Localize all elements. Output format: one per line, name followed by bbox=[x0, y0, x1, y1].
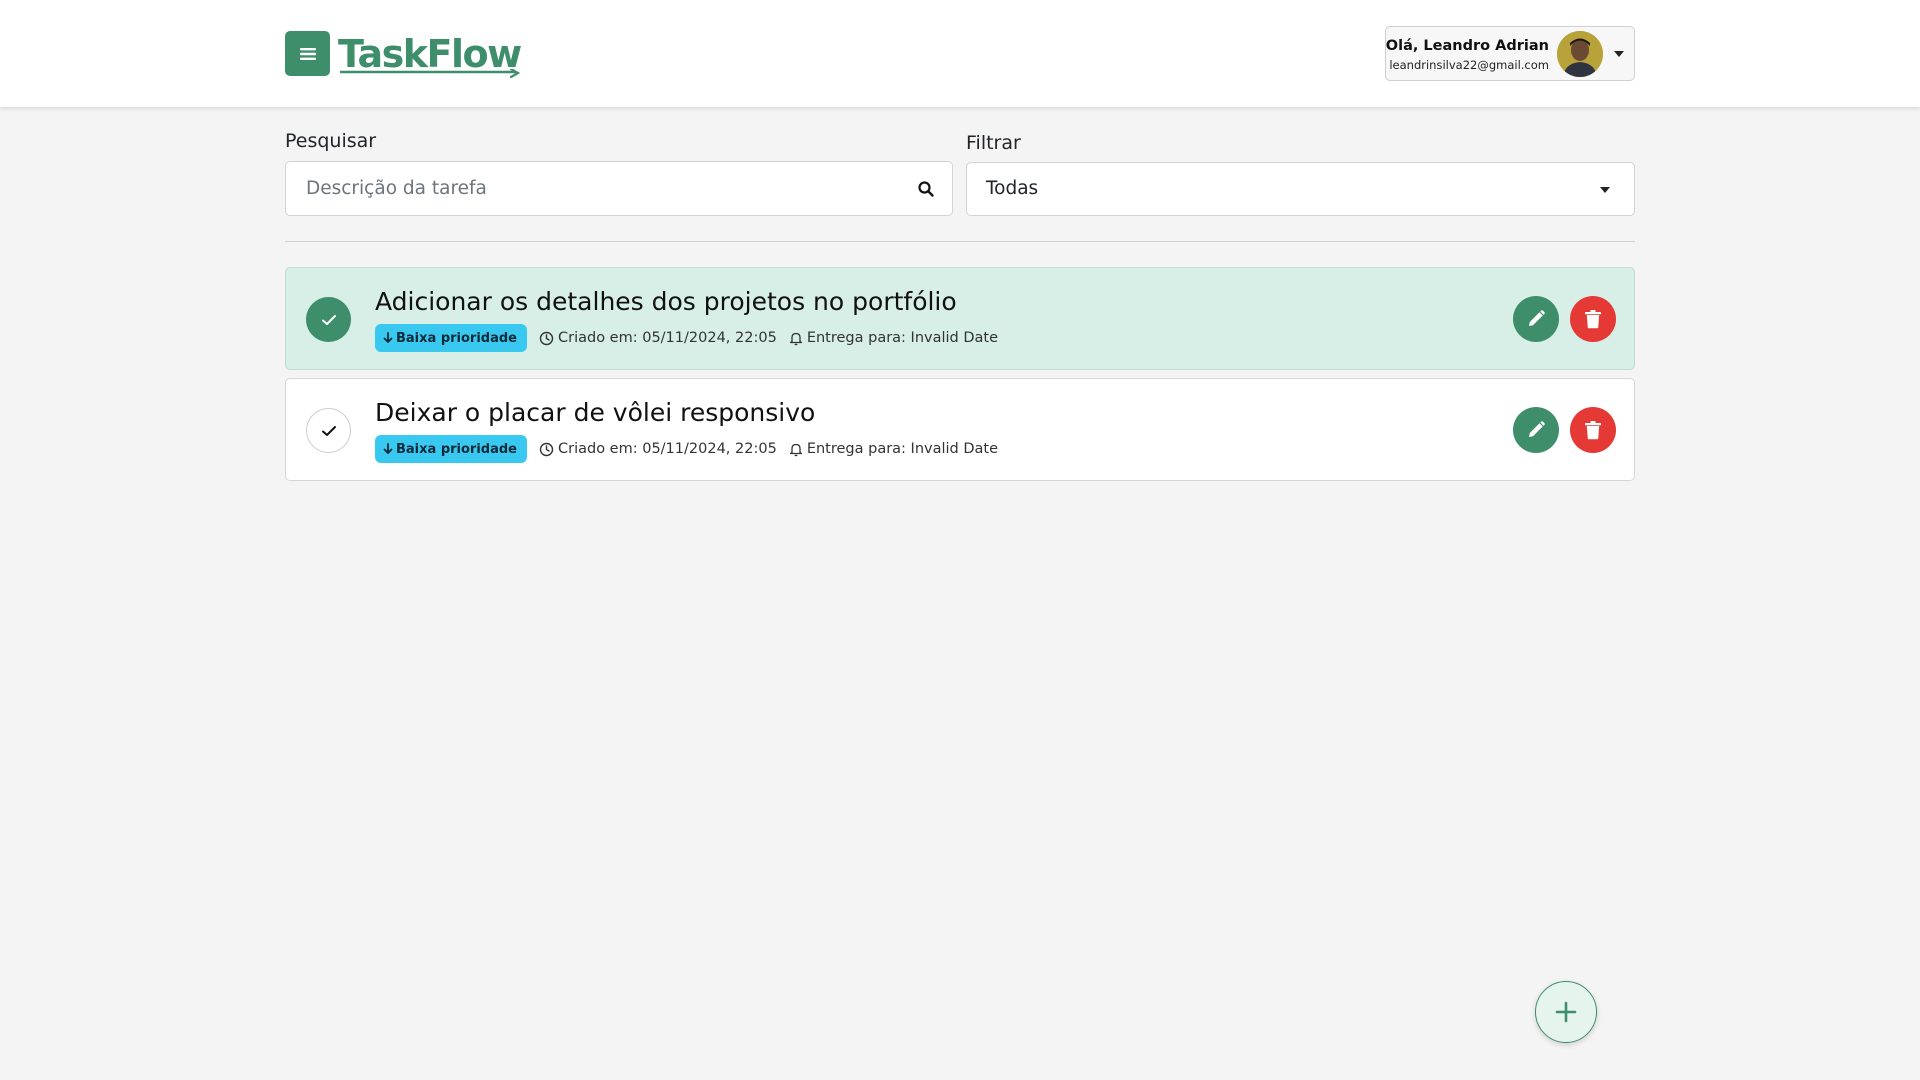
trash-icon bbox=[1585, 421, 1601, 440]
priority-badge: Baixa prioridade bbox=[375, 324, 527, 352]
search-label: Pesquisar bbox=[285, 130, 377, 152]
arrow-down-icon bbox=[383, 332, 393, 343]
edit-task-button[interactable] bbox=[1513, 296, 1559, 342]
bell-icon bbox=[789, 443, 802, 456]
user-greeting: Olá, Leandro Adrian bbox=[1385, 38, 1549, 54]
priority-label: Baixa prioridade bbox=[396, 330, 517, 346]
task-title: Adicionar os detalhes dos projetos no po… bbox=[375, 287, 957, 316]
created-date-text: Criado em: 05/11/2024, 22:05 bbox=[558, 441, 777, 457]
task-meta: Baixa prioridade Criado em: 05/11/2024, … bbox=[375, 324, 998, 352]
search-icon[interactable] bbox=[917, 180, 935, 198]
task-title: Deixar o placar de vôlei responsivo bbox=[375, 398, 816, 427]
created-date: Criado em: 05/11/2024, 22:05 bbox=[539, 441, 777, 457]
avatar bbox=[1557, 31, 1603, 77]
user-menu[interactable]: Olá, Leandro Adrian leandrinsilva22@gmai… bbox=[1385, 26, 1635, 81]
search-input[interactable] bbox=[287, 163, 887, 214]
delete-task-button[interactable] bbox=[1570, 296, 1616, 342]
created-date-text: Criado em: 05/11/2024, 22:05 bbox=[558, 330, 777, 346]
filter-label: Filtrar bbox=[966, 132, 1021, 154]
check-icon bbox=[321, 314, 336, 325]
pencil-icon bbox=[1529, 421, 1545, 437]
pencil-icon bbox=[1529, 310, 1545, 326]
chevron-down-icon bbox=[1614, 51, 1624, 57]
created-date: Criado em: 05/11/2024, 22:05 bbox=[539, 330, 777, 346]
task-card: Adicionar os detalhes dos projetos no po… bbox=[285, 267, 1635, 370]
logo-underline-icon bbox=[340, 69, 521, 79]
add-task-button[interactable] bbox=[1535, 981, 1597, 1043]
trash-icon bbox=[1585, 310, 1601, 329]
due-date-text: Entrega para: Invalid Date bbox=[806, 330, 999, 346]
task-card: Deixar o placar de vôlei responsivo Baix… bbox=[285, 378, 1635, 481]
chevron-down-icon bbox=[1600, 187, 1610, 193]
due-date: Entrega para: Invalid Date bbox=[789, 330, 998, 346]
filter-select[interactable]: Todas bbox=[966, 162, 1635, 216]
plus-icon bbox=[1555, 1001, 1577, 1023]
user-email: leandrinsilva22@gmail.com bbox=[1389, 58, 1549, 72]
task-complete-toggle[interactable] bbox=[306, 408, 351, 453]
bell-icon bbox=[789, 332, 802, 345]
menu-icon bbox=[299, 47, 316, 60]
due-date: Entrega para: Invalid Date bbox=[789, 441, 998, 457]
filter-selected-value: Todas bbox=[986, 178, 1039, 199]
divider bbox=[285, 241, 1635, 242]
search-field bbox=[285, 161, 953, 216]
delete-task-button[interactable] bbox=[1570, 407, 1616, 453]
priority-label: Baixa prioridade bbox=[396, 441, 517, 457]
arrow-down-icon bbox=[383, 443, 393, 454]
clock-icon bbox=[539, 331, 554, 345]
menu-button[interactable] bbox=[285, 31, 330, 76]
due-date-text: Entrega para: Invalid Date bbox=[806, 441, 999, 457]
clock-icon bbox=[539, 442, 554, 456]
task-complete-toggle[interactable] bbox=[306, 297, 351, 342]
task-meta: Baixa prioridade Criado em: 05/11/2024, … bbox=[375, 435, 998, 463]
check-icon bbox=[321, 425, 336, 436]
top-header: TaskFlow Olá, Leandro Adrian leandrinsil… bbox=[0, 0, 1920, 107]
edit-task-button[interactable] bbox=[1513, 407, 1559, 453]
priority-badge: Baixa prioridade bbox=[375, 435, 527, 463]
